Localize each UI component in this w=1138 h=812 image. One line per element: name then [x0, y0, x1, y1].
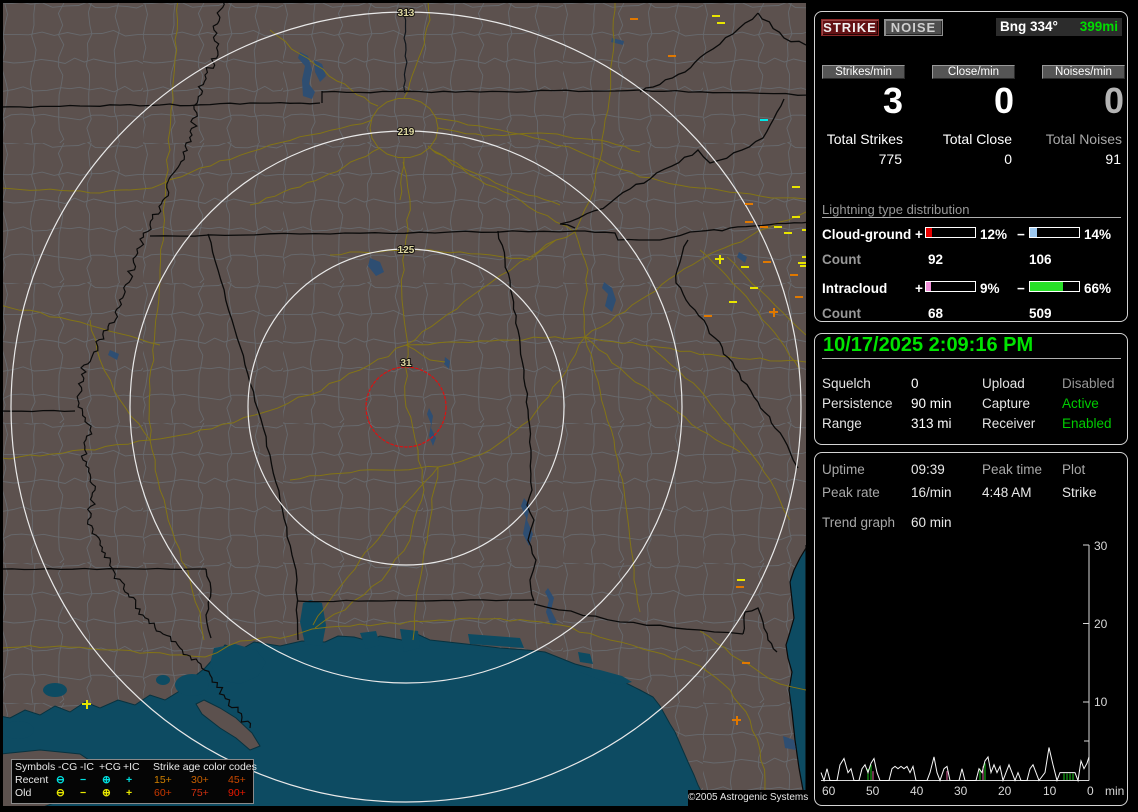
svg-text:219: 219	[398, 127, 415, 138]
svg-text:30: 30	[1094, 539, 1108, 553]
svg-text:50: 50	[866, 784, 880, 798]
svg-text:20: 20	[1094, 617, 1108, 631]
svg-text:30: 30	[954, 784, 968, 798]
svg-text:10: 10	[1094, 695, 1108, 709]
svg-text:31: 31	[400, 358, 412, 369]
svg-text:40: 40	[910, 784, 924, 798]
svg-text:0: 0	[1087, 784, 1094, 798]
svg-text:313: 313	[398, 8, 415, 19]
svg-text:min: min	[1105, 784, 1124, 798]
svg-text:60: 60	[822, 784, 836, 798]
svg-text:125: 125	[398, 245, 415, 256]
svg-text:20: 20	[998, 784, 1012, 798]
svg-text:10: 10	[1043, 784, 1057, 798]
